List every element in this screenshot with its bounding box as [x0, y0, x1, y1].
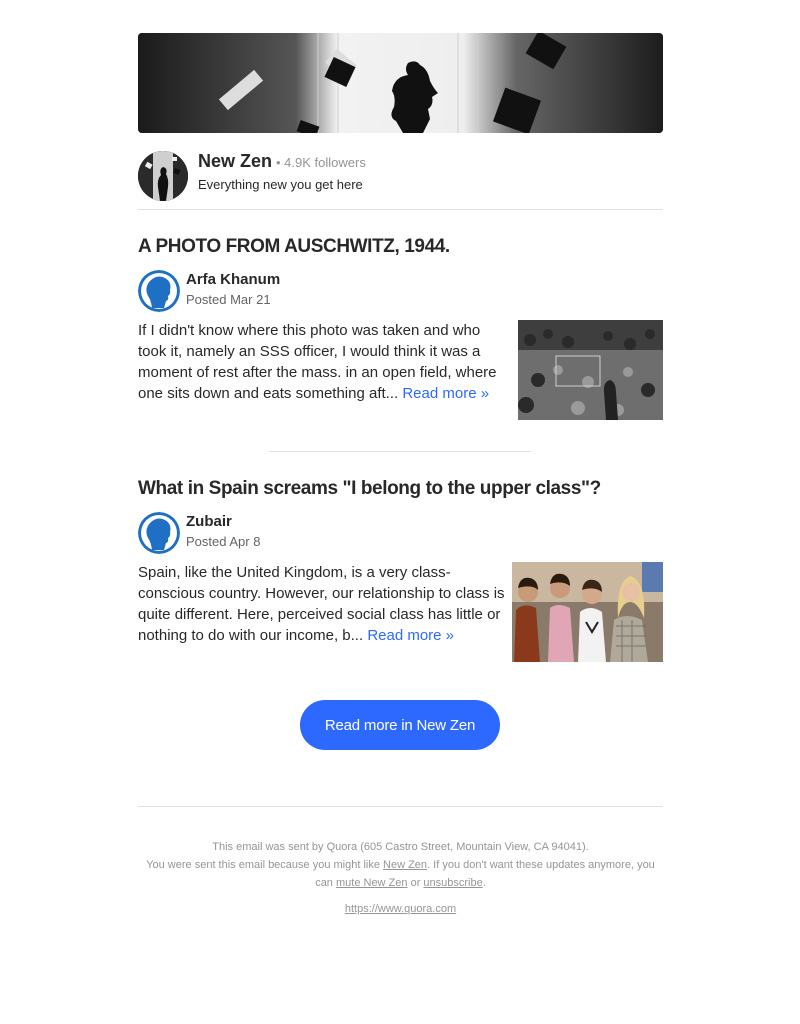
space-header: New Zen • 4.9K followers Everything new y…	[138, 151, 663, 209]
header-divider	[138, 209, 663, 210]
read-more-link[interactable]: Read more »	[367, 627, 454, 644]
space-banner-image	[138, 33, 663, 133]
post-body: Spain, like the United Kingdom, is a ver…	[138, 562, 663, 662]
space-avatar[interactable]	[138, 151, 188, 201]
space-name[interactable]: New Zen	[198, 151, 272, 171]
footer-period: .	[482, 877, 486, 889]
post-card: What in Spain screams "I belong to the u…	[138, 478, 663, 662]
footer-reason-line: You were sent this email because you mig…	[138, 856, 663, 892]
footer-space-link[interactable]: New Zen	[383, 859, 427, 871]
read-more-in-space-button[interactable]: Read more in New Zen	[300, 700, 500, 750]
post-date: Posted Apr 8	[186, 534, 261, 549]
footer-reason-text: You were sent this email because you mig…	[146, 859, 384, 871]
post-date: Posted Mar 21	[186, 292, 271, 307]
read-more-link[interactable]: Read more »	[402, 385, 489, 402]
post-author: Zubair Posted Apr 8	[138, 512, 663, 554]
post-title[interactable]: What in Spain screams "I belong to the u…	[138, 478, 663, 500]
post-body: If I didn't know where this photo was ta…	[138, 320, 663, 420]
space-name-row: New Zen • 4.9K followers	[198, 151, 366, 172]
author-name[interactable]: Zubair	[186, 513, 232, 530]
post-thumbnail[interactable]	[512, 562, 663, 662]
author-name[interactable]: Arfa Khanum	[186, 271, 280, 288]
author-avatar[interactable]	[138, 270, 180, 312]
email-footer: This email was sent by Quora (605 Castro…	[138, 838, 663, 918]
post-excerpt: If I didn't know where this photo was ta…	[138, 320, 508, 404]
footer-sender-line: This email was sent by Quora (605 Castro…	[212, 841, 589, 853]
post-card: A PHOTO FROM AUSCHWITZ, 1944. Arfa Khanu…	[138, 236, 663, 420]
space-followers: • 4.9K followers	[276, 155, 366, 170]
post-title[interactable]: A PHOTO FROM AUSCHWITZ, 1944.	[138, 236, 663, 258]
quora-url-link[interactable]: https://www.quora.com	[138, 900, 663, 918]
author-avatar[interactable]	[138, 512, 180, 554]
post-divider	[269, 451, 531, 452]
space-description: Everything new you get here	[198, 177, 363, 192]
post-excerpt: Spain, like the United Kingdom, is a ver…	[138, 562, 508, 646]
post-thumbnail[interactable]	[518, 320, 663, 420]
post-author: Arfa Khanum Posted Mar 21	[138, 270, 663, 312]
unsubscribe-link[interactable]: unsubscribe	[423, 877, 482, 889]
footer-or-text: or	[407, 877, 424, 889]
mute-link[interactable]: mute New Zen	[336, 877, 408, 889]
footer-divider	[138, 806, 663, 807]
